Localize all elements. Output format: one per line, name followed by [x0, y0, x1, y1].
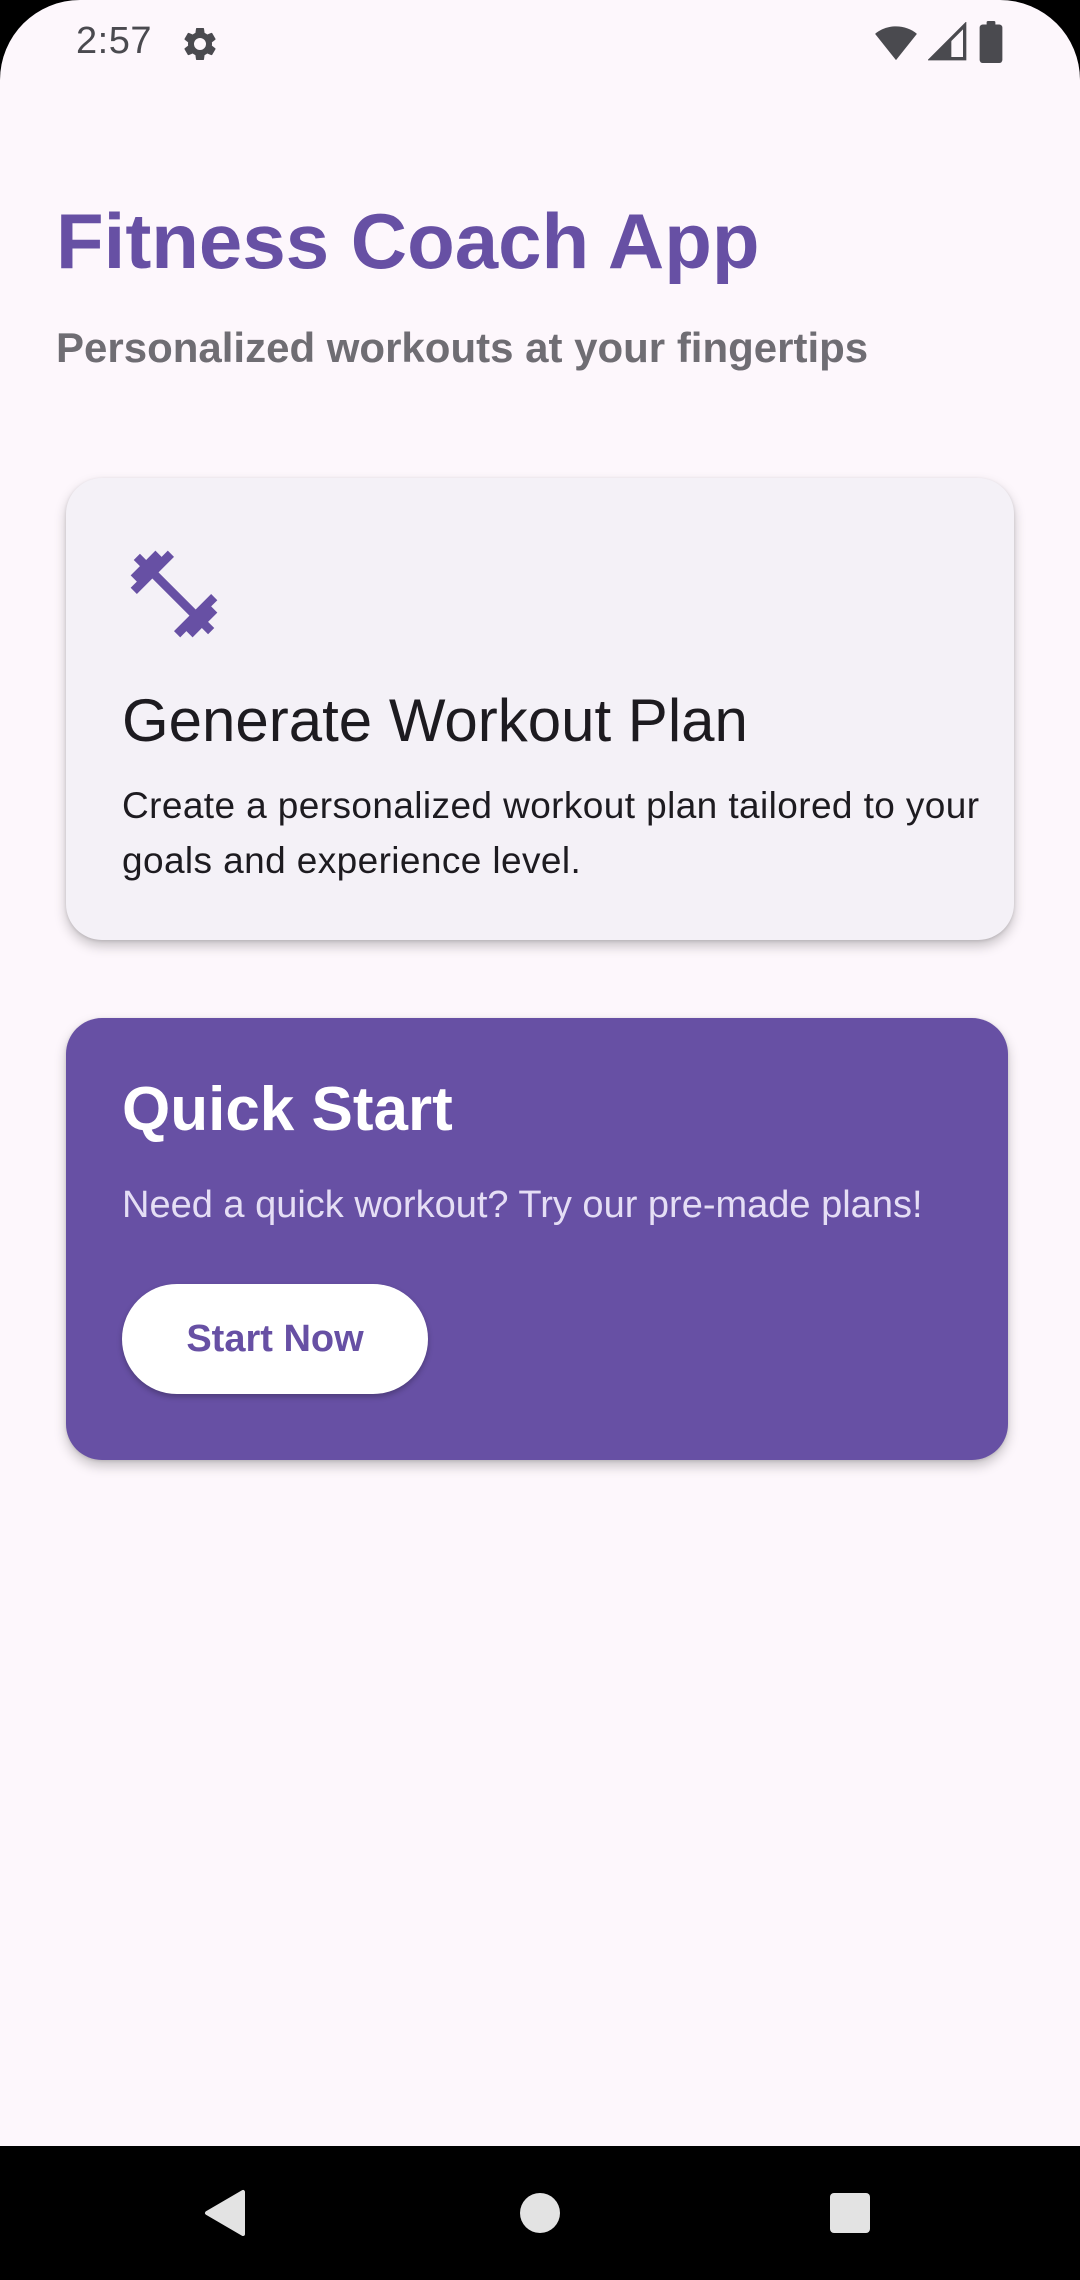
generate-card-title: Generate Workout Plan	[122, 687, 748, 754]
page-subtitle: Personalized workouts at your fingertips	[56, 324, 869, 371]
generate-card-description: Create a personalized workout plan tailo…	[122, 785, 980, 881]
home-icon[interactable]	[505, 2178, 575, 2248]
generate-workout-card[interactable]: Generate Workout Plan Create a personali…	[66, 478, 1014, 940]
battery-icon	[978, 20, 1004, 68]
quick-start-card: Quick Start Need a quick workout? Try ou…	[66, 1018, 1008, 1460]
page-title: Fitness Coach App	[56, 197, 760, 285]
back-icon[interactable]	[190, 2178, 260, 2248]
gear-icon	[180, 24, 220, 64]
app-screen: 2:57 Fitness Coach App Personalized work…	[0, 0, 1080, 2280]
quick-start-title: Quick Start	[122, 1075, 453, 1144]
status-time: 2:57	[76, 20, 152, 62]
wifi-icon	[874, 22, 918, 67]
start-now-button[interactable]: Start Now	[122, 1284, 428, 1394]
system-nav-bar	[0, 2146, 1080, 2280]
recents-icon[interactable]	[815, 2178, 885, 2248]
quick-start-description: Need a quick workout? Try our pre-made p…	[122, 1184, 923, 1226]
status-icons	[874, 20, 1004, 68]
status-bar: 2:57	[0, 0, 1080, 90]
dumbbell-icon	[122, 542, 226, 646]
signal-icon	[927, 20, 968, 67]
